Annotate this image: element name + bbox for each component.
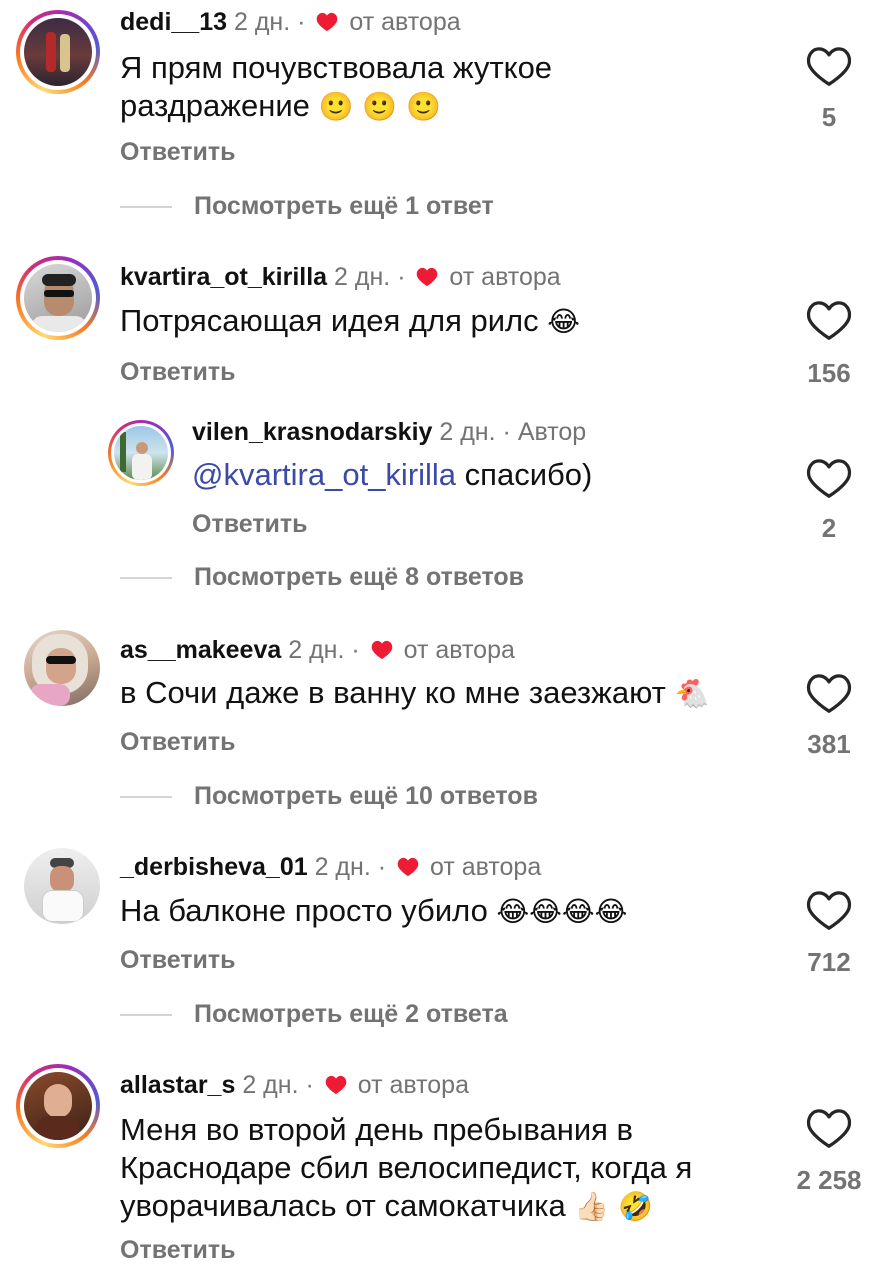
heart-outline-icon[interactable]: [806, 673, 852, 715]
heart-outline-icon[interactable]: [806, 458, 852, 500]
comment-meta: _derbisheva_01 2 дн. · от автора: [120, 853, 542, 881]
red-heart-icon: [417, 267, 438, 287]
timestamp: 2 дн.: [334, 263, 391, 291]
reply-button[interactable]: Ответить: [120, 138, 236, 167]
avatar: [24, 264, 92, 332]
red-heart-icon: [317, 12, 338, 32]
liked-by-author: от автора: [403, 636, 515, 664]
red-heart-icon: [371, 640, 392, 660]
comment-text: в Сочи даже в ванну ко мне заезжают 🐔: [120, 675, 710, 710]
comment-meta: as__makeeva 2 дн. · от автора: [120, 636, 515, 664]
avatar-ring[interactable]: [16, 256, 100, 340]
mention-link[interactable]: @kvartira_ot_kirilla: [192, 457, 456, 492]
author-badge: Автор: [517, 418, 587, 446]
emoji-group: 🐔: [674, 677, 710, 710]
like-count: 2 258: [796, 1165, 862, 1195]
username[interactable]: as__makeeva: [120, 636, 281, 664]
avatar: [114, 426, 168, 480]
comment-text: Потрясающая идея для рилс 😂: [120, 303, 580, 338]
avatar: [24, 1072, 92, 1140]
reply-button[interactable]: Ответить: [120, 1236, 236, 1265]
heart-outline-icon[interactable]: [806, 46, 852, 88]
like-count: 2: [821, 513, 837, 543]
reply-button[interactable]: Ответить: [192, 510, 308, 539]
reply-button[interactable]: Ответить: [120, 728, 236, 757]
heart-outline-icon[interactable]: [806, 890, 852, 932]
liked-by-author: от автора: [449, 263, 561, 291]
timestamp: 2 дн.: [233, 8, 291, 36]
comment-text: Я прям почувствовала жуткое раздражение …: [120, 50, 553, 123]
comment-text: На балконе просто убило 😂😂😂😂: [120, 893, 628, 928]
avatar-ring[interactable]: [108, 420, 174, 486]
username[interactable]: dedi__13: [120, 8, 227, 36]
reply-button[interactable]: Ответить: [120, 946, 236, 975]
avatar: [24, 18, 92, 86]
heart-outline-icon[interactable]: [806, 1108, 852, 1150]
emoji-group: 😂😂😂😂: [496, 895, 628, 928]
comment-text: Меня во второй день пребывания в Краснод…: [120, 1112, 693, 1223]
username[interactable]: _derbisheva_01: [120, 853, 308, 881]
liked-by-author: от автора: [429, 853, 542, 881]
emoji-group: 👍🏻 🤣: [574, 1190, 653, 1223]
like-count: 156: [807, 358, 851, 388]
timestamp: 2 дн.: [288, 636, 345, 664]
avatar-ring[interactable]: [16, 1064, 100, 1148]
red-heart-icon: [325, 1075, 347, 1095]
avatar[interactable]: [24, 848, 100, 924]
comment-meta: allastar_s 2 дн. · от автора: [120, 1071, 469, 1099]
like-count: 712: [807, 947, 851, 977]
comment-text: @kvartira_ot_kirilla спасибо): [192, 457, 593, 492]
comment-meta: vilen_krasnodarskiy 2 дн. · Автор: [192, 418, 587, 446]
heart-outline-icon[interactable]: [806, 300, 852, 342]
reply-button[interactable]: Ответить: [120, 358, 236, 387]
emoji-group: 🙂 🙂 🙂: [318, 90, 441, 123]
timestamp: 2 дн.: [242, 1071, 299, 1099]
username[interactable]: vilen_krasnodarskiy: [192, 418, 432, 446]
like-count: 381: [807, 729, 851, 759]
avatar[interactable]: [24, 630, 100, 706]
timestamp: 2 дн.: [314, 853, 371, 881]
liked-by-author: от автора: [349, 8, 461, 36]
comment-meta: dedi__13 2 дн. · от автора: [120, 8, 461, 36]
avatar-ring[interactable]: [16, 10, 100, 94]
username[interactable]: kvartira_ot_kirilla: [120, 263, 327, 291]
red-heart-icon: [397, 857, 419, 877]
timestamp: 2 дн.: [439, 418, 496, 446]
comment-meta: kvartira_ot_kirilla 2 дн. · от автора: [120, 263, 561, 291]
like-count: 5: [821, 102, 837, 132]
emoji-group: 😂: [547, 305, 580, 338]
username[interactable]: allastar_s: [120, 1071, 235, 1099]
liked-by-author: от автора: [357, 1071, 469, 1099]
